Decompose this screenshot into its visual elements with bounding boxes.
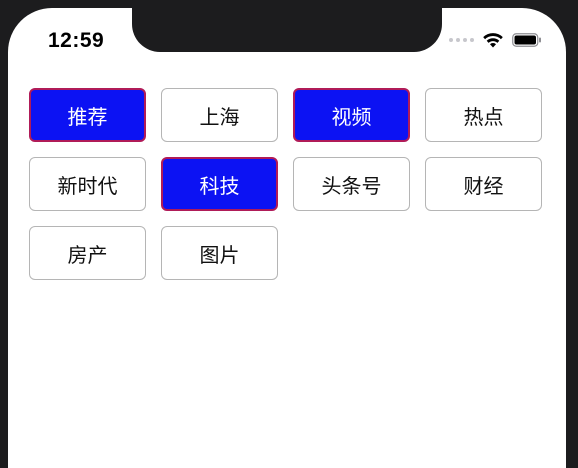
tag-button[interactable]: 视频 [293,88,410,142]
wifi-icon [482,32,504,48]
tag-button[interactable]: 财经 [425,157,542,211]
tag-button[interactable]: 头条号 [293,157,410,211]
battery-icon [512,33,542,47]
tag-button[interactable]: 上海 [161,88,278,142]
tag-button[interactable]: 新时代 [29,157,146,211]
phone-screen: 12:59 推荐 上海 视频 热点 新时代 科技 头条号 财经 房产 图片 [8,8,566,468]
status-icons [449,32,542,48]
tag-button[interactable]: 图片 [161,226,278,280]
status-time: 12:59 [48,29,105,52]
tag-button[interactable]: 热点 [425,88,542,142]
tag-button[interactable]: 科技 [161,157,278,211]
tag-button[interactable]: 推荐 [29,88,146,142]
category-tag-grid: 推荐 上海 视频 热点 新时代 科技 头条号 财经 房产 图片 [29,88,542,280]
tag-button[interactable]: 房产 [29,226,146,280]
notch [132,8,442,52]
cellular-signal-icon [449,38,474,42]
